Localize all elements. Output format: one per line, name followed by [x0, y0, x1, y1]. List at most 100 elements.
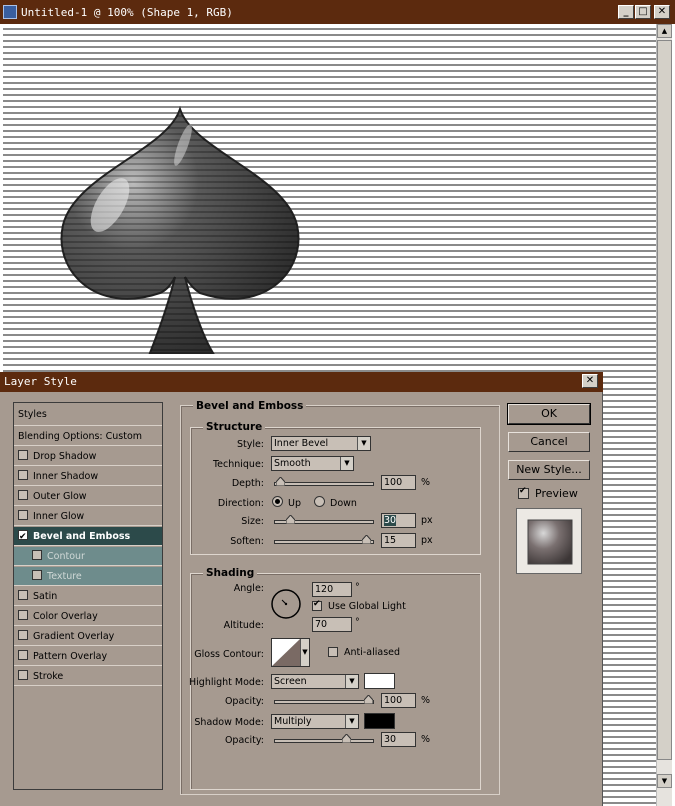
scroll-up-arrow-icon[interactable]: ▲	[657, 24, 672, 38]
minimize-button[interactable]: _	[618, 5, 634, 19]
style-checkbox[interactable]	[18, 590, 28, 600]
style-list-item[interactable]: Blending Options: Custom	[14, 427, 162, 446]
soften-slider[interactable]	[274, 535, 374, 544]
style-list-item[interactable]: Styles	[14, 403, 162, 426]
style-label: Style:	[236, 439, 264, 450]
highlight-mode-select[interactable]: Screen ▼	[271, 674, 359, 689]
size-field-value: 30	[384, 515, 397, 526]
angle-label: Angle:	[233, 583, 264, 594]
shadow-color-swatch[interactable]	[364, 713, 395, 729]
maximize-button[interactable]: □	[635, 5, 651, 19]
technique-select-value: Smooth	[274, 458, 311, 469]
scroll-down-arrow-icon[interactable]: ▼	[657, 774, 672, 788]
gloss-contour-preview-icon	[272, 639, 300, 666]
style-list-item[interactable]: Texture	[14, 567, 162, 586]
size-slider[interactable]	[274, 515, 374, 524]
shadow-opacity-field[interactable]: 30	[381, 732, 416, 747]
highlight-color-swatch[interactable]	[364, 673, 395, 689]
depth-label: Depth:	[231, 478, 264, 489]
style-checkbox[interactable]	[32, 550, 42, 560]
close-window-button[interactable]: ✕	[654, 5, 670, 19]
style-list-item[interactable]: Bevel and Emboss	[14, 527, 162, 547]
angle-unit: °	[355, 582, 360, 593]
style-preview-box	[516, 508, 582, 574]
technique-select[interactable]: Smooth ▼	[271, 456, 354, 471]
style-checkbox[interactable]	[18, 510, 28, 520]
scroll-thumb[interactable]	[657, 40, 672, 760]
soften-slider-handle[interactable]	[362, 535, 371, 544]
style-list-item[interactable]: Pattern Overlay	[14, 647, 162, 666]
style-list-item[interactable]: Gradient Overlay	[14, 627, 162, 646]
document-title-bar[interactable]: Untitled-1 @ 100% (Shape 1, RGB)	[0, 0, 675, 24]
style-checkbox[interactable]	[18, 650, 28, 660]
style-list-item[interactable]: Contour	[14, 547, 162, 566]
style-list-item[interactable]: Color Overlay	[14, 607, 162, 626]
photoshop-app-icon[interactable]	[3, 5, 17, 19]
depth-slider[interactable]	[274, 477, 374, 486]
shading-title: Shading	[203, 567, 258, 579]
style-checkbox[interactable]	[32, 570, 42, 580]
style-list-item[interactable]: Stroke	[14, 667, 162, 686]
new-style-button[interactable]: New Style...	[508, 460, 590, 480]
style-list-item[interactable]: Inner Shadow	[14, 467, 162, 486]
cancel-button[interactable]: Cancel	[508, 432, 590, 452]
style-checkbox[interactable]	[18, 528, 28, 547]
use-global-light-checkbox[interactable]	[312, 599, 322, 611]
dialog-title[interactable]: Layer Style	[0, 372, 603, 392]
vertical-scrollbar[interactable]: ▲ ▼	[656, 24, 672, 806]
style-list-label: Blending Options: Custom	[18, 431, 143, 442]
direction-up-radio[interactable]	[272, 496, 283, 507]
highlight-opacity-slider-handle[interactable]	[364, 695, 373, 704]
style-select-value: Inner Bevel	[274, 438, 329, 449]
style-list-item[interactable]: Inner Glow	[14, 507, 162, 526]
soften-label: Soften:	[230, 536, 264, 547]
size-unit: px	[421, 515, 433, 526]
depth-field[interactable]: 100	[381, 475, 416, 490]
style-checkbox[interactable]	[18, 470, 28, 480]
shadow-mode-select[interactable]: Multiply ▼	[271, 714, 359, 729]
style-list-item[interactable]: Outer Glow	[14, 487, 162, 506]
highlight-opacity-field[interactable]: 100	[381, 693, 416, 708]
anti-aliased-checkbox[interactable]	[328, 647, 338, 657]
style-list-item[interactable]: Drop Shadow	[14, 447, 162, 466]
chevron-down-icon: ▼	[357, 437, 370, 450]
preview-checkbox[interactable]	[518, 486, 529, 499]
direction-down-radio[interactable]	[314, 496, 325, 507]
style-checkbox[interactable]	[18, 630, 28, 640]
gloss-contour-picker[interactable]: ▼	[271, 638, 310, 667]
highlight-mode-value: Screen	[274, 676, 307, 687]
angle-dial[interactable]	[270, 588, 302, 620]
depth-unit: %	[421, 477, 431, 488]
shadow-opacity-slider-handle[interactable]	[342, 734, 351, 743]
preview-label: Preview	[535, 487, 578, 500]
shadow-opacity-slider[interactable]	[274, 734, 374, 743]
altitude-field[interactable]: 70	[312, 617, 352, 632]
style-list-label: Pattern Overlay	[33, 651, 108, 662]
style-checkbox[interactable]	[18, 490, 28, 500]
soften-field[interactable]: 15	[381, 533, 416, 548]
style-select[interactable]: Inner Bevel ▼	[271, 436, 371, 451]
highlight-opacity-slider[interactable]	[274, 695, 374, 704]
angle-field[interactable]: 120	[312, 582, 352, 597]
style-checkbox[interactable]	[18, 450, 28, 460]
style-list-label: Satin	[33, 591, 58, 602]
style-checkbox[interactable]	[18, 670, 28, 680]
styles-list: Styles Blending Options: Custom Drop Shado…	[13, 402, 163, 790]
bevel-emboss-title: Bevel and Emboss	[193, 400, 307, 412]
spade-shape[interactable]	[55, 105, 305, 360]
soften-unit: px	[421, 535, 433, 546]
style-list-label: Inner Shadow	[33, 471, 99, 482]
style-checkbox[interactable]	[18, 610, 28, 620]
shadow-mode-value: Multiply	[274, 716, 312, 727]
size-field[interactable]: 30	[381, 513, 416, 528]
style-list-item[interactable]: Satin	[14, 587, 162, 606]
highlight-mode-label: Highlight Mode:	[189, 677, 264, 688]
depth-slider-handle[interactable]	[276, 477, 285, 486]
ok-button[interactable]: OK	[507, 403, 591, 425]
shadow-opacity-unit: %	[421, 734, 431, 745]
direction-down-label: Down	[330, 498, 357, 509]
dialog-close-button[interactable]: ✕	[582, 374, 598, 388]
technique-label: Technique:	[212, 459, 264, 470]
document-title: Untitled-1 @ 100% (Shape 1, RGB)	[21, 5, 233, 19]
size-slider-handle[interactable]	[286, 515, 295, 524]
